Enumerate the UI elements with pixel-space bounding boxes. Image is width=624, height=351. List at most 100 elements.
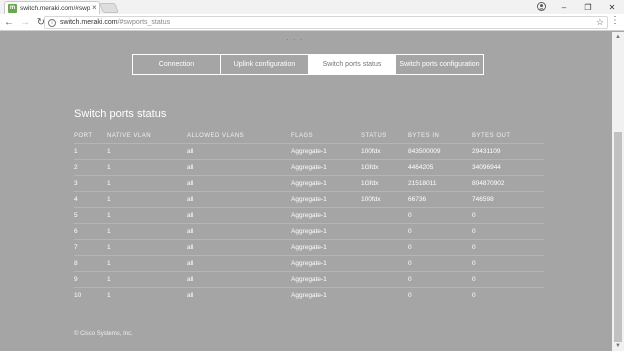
native-vlan-cell: 1 <box>107 222 187 239</box>
minimize-icon[interactable]: – <box>552 3 576 12</box>
allowed-vlans-cell: all <box>187 158 291 175</box>
browser-tab[interactable]: m switch.meraki.com/#swp × <box>4 1 100 14</box>
table-row: 6 1 all Aggregate-1 0 0 <box>74 222 544 239</box>
window-controls: – ❐ ✕ <box>552 0 624 14</box>
table-row: 1 1 all Aggregate-1 100fdx 843500009 29431109 <box>74 142 544 159</box>
allowed-vlans-cell: all <box>187 174 291 191</box>
status-cell <box>361 286 408 303</box>
table-header-row: PORT NATIVE VLAN ALLOWED VLANS FLAGS STA… <box>74 129 544 143</box>
allowed-vlans-cell: all <box>187 286 291 303</box>
port-cell: 3 <box>74 174 107 191</box>
url-host: switch.meraki.com <box>60 19 118 26</box>
restore-icon[interactable]: ❐ <box>576 3 600 12</box>
url-path: /#swports_status <box>117 19 171 26</box>
forward-arrow-icon[interactable]: → <box>18 15 32 29</box>
tab-connection[interactable]: Connection <box>133 55 221 74</box>
column-header-bytes-out: BYTES OUT <box>472 132 511 139</box>
url-text: switch.meraki.com/#swports_status <box>60 19 170 26</box>
port-cell: 2 <box>74 158 107 175</box>
allowed-vlans-cell: all <box>187 254 291 271</box>
flags-cell: Aggregate-1 <box>291 286 361 303</box>
native-vlan-cell: 1 <box>107 270 187 287</box>
bytes-out-cell: 0 <box>472 222 544 239</box>
scroll-up-arrow-icon[interactable]: ▲ <box>612 32 624 42</box>
column-header-flags: FLAGS <box>291 132 314 139</box>
column-header-bytes-in: BYTES IN <box>408 132 440 139</box>
page-title: Switch ports status <box>74 108 167 120</box>
profile-icon[interactable] <box>537 2 546 11</box>
bytes-out-cell: 0 <box>472 254 544 271</box>
bytes-out-cell: 804870902 <box>472 174 544 191</box>
flags-cell: Aggregate-1 <box>291 190 361 207</box>
native-vlan-cell: 1 <box>107 238 187 255</box>
native-vlan-cell: 1 <box>107 254 187 271</box>
browser-menu-icon[interactable]: ⋮ <box>610 16 620 26</box>
info-icon[interactable]: i <box>48 18 56 27</box>
flags-cell: Aggregate-1 <box>291 206 361 223</box>
allowed-vlans-cell: all <box>187 206 291 223</box>
table-body: 1 1 all Aggregate-1 100fdx 843500009 29431109 2… <box>74 142 544 303</box>
bytes-in-cell: 0 <box>408 222 472 239</box>
back-arrow-icon[interactable]: ← <box>2 15 16 29</box>
status-cell <box>361 206 408 223</box>
status-cell: 100fdx <box>361 190 408 207</box>
bytes-in-cell: 0 <box>408 254 472 271</box>
allowed-vlans-cell: all <box>187 238 291 255</box>
table-row: 8 1 all Aggregate-1 0 0 <box>74 254 544 271</box>
bytes-out-cell: 746598 <box>472 190 544 207</box>
bytes-out-cell: 0 <box>472 286 544 303</box>
bytes-in-cell: 0 <box>408 286 472 303</box>
tab-switch-ports-configuration[interactable]: Switch ports configuration <box>396 55 483 74</box>
port-cell: 10 <box>74 286 107 303</box>
address-bar[interactable]: i switch.meraki.com/#swports_status ☆ <box>44 16 608 29</box>
flags-cell: Aggregate-1 <box>291 222 361 239</box>
flags-cell: Aggregate-1 <box>291 174 361 191</box>
flags-cell: Aggregate-1 <box>291 142 361 159</box>
port-cell: 5 <box>74 206 107 223</box>
bytes-in-cell: 21518011 <box>408 174 472 191</box>
bytes-out-cell: 0 <box>472 238 544 255</box>
allowed-vlans-cell: all <box>187 142 291 159</box>
flags-cell: Aggregate-1 <box>291 270 361 287</box>
bytes-in-cell: 0 <box>408 238 472 255</box>
scroll-down-arrow-icon[interactable]: ▼ <box>612 341 624 351</box>
page-scrollbar[interactable]: ▲ ▼ <box>612 32 624 351</box>
table-row: 3 1 all Aggregate-1 1Gfdx 21518011 804870902 <box>74 174 544 191</box>
status-cell <box>361 238 408 255</box>
native-vlan-cell: 1 <box>107 174 187 191</box>
bytes-out-cell: 0 <box>472 206 544 223</box>
table-row: 7 1 all Aggregate-1 0 0 <box>74 238 544 255</box>
bytes-in-cell: 0 <box>408 206 472 223</box>
column-header-status: STATUS <box>361 132 387 139</box>
switch-ports-table: PORT NATIVE VLAN ALLOWED VLANS FLAGS STA… <box>74 129 544 303</box>
flags-cell: Aggregate-1 <box>291 238 361 255</box>
port-cell: 4 <box>74 190 107 207</box>
bookmark-star-icon[interactable]: ☆ <box>596 17 604 28</box>
page-content: · · · Connection Uplink configuration Sw… <box>0 32 612 351</box>
status-cell: 1Gfdx <box>361 174 408 191</box>
bytes-out-cell: 34096944 <box>472 158 544 175</box>
table-row: 2 1 all Aggregate-1 1Gfdx 4464205 34096944 <box>74 158 544 175</box>
section-tabs: Connection Uplink configuration Switch p… <box>132 54 484 75</box>
scrollbar-thumb[interactable] <box>614 132 622 342</box>
tab-switch-ports-status[interactable]: Switch ports status <box>309 55 396 74</box>
table-row: 9 1 all Aggregate-1 0 0 <box>74 270 544 287</box>
close-tab-icon[interactable]: × <box>92 4 97 12</box>
browser-tabstrip: m switch.meraki.com/#swp × – ❐ ✕ <box>0 0 624 14</box>
port-cell: 7 <box>74 238 107 255</box>
browser-toolbar: ← → ↻ i switch.meraki.com/#swports_statu… <box>0 14 624 31</box>
column-header-port: PORT <box>74 132 93 139</box>
bytes-in-cell: 4464205 <box>408 158 472 175</box>
table-row: 4 1 all Aggregate-1 100fdx 66736 746598 <box>74 190 544 207</box>
column-header-native-vlan: NATIVE VLAN <box>107 132 152 139</box>
close-window-icon[interactable]: ✕ <box>600 3 624 12</box>
tab-uplink-configuration[interactable]: Uplink configuration <box>221 55 309 74</box>
bytes-out-cell: 29431109 <box>472 142 544 159</box>
native-vlan-cell: 1 <box>107 142 187 159</box>
status-cell <box>361 222 408 239</box>
port-cell: 8 <box>74 254 107 271</box>
new-tab-button[interactable] <box>99 3 119 13</box>
meraki-favicon-icon: m <box>8 3 17 13</box>
bytes-in-cell: 843500009 <box>408 142 472 159</box>
browser-tab-title: switch.meraki.com/#swp <box>20 4 90 12</box>
